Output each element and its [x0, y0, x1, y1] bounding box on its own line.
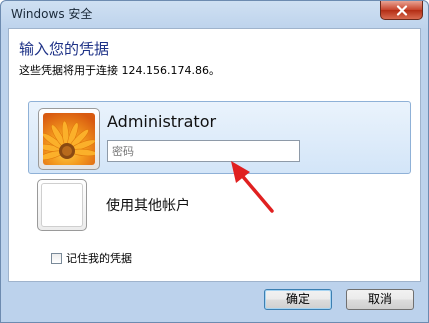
close-icon — [396, 4, 407, 16]
ok-button[interactable]: 确定 — [264, 289, 332, 310]
window-title: Windows 安全 — [11, 7, 93, 21]
title-bar[interactable]: Windows 安全 — [1, 1, 428, 27]
avatar — [38, 108, 100, 170]
flower-avatar-icon — [43, 113, 95, 165]
dialog-body: 输入您的凭据 这些凭据将用于连接 124.156.174.86。 Adminis… — [8, 28, 421, 282]
other-account-label: 使用其他帐户 — [106, 198, 190, 214]
dialog-description: 这些凭据将用于连接 124.156.174.86。 — [19, 64, 220, 77]
remember-checkbox[interactable] — [51, 252, 62, 264]
cancel-button[interactable]: 取消 — [346, 289, 414, 310]
credential-dialog: Windows 安全 输入您的凭据 这些凭据将用于连接 124.156.174.… — [0, 0, 429, 323]
close-button[interactable] — [380, 1, 423, 20]
account-username: Administrator — [107, 112, 217, 131]
remember-label: 记住我的凭据 — [66, 252, 132, 265]
dialog-heading: 输入您的凭据 — [19, 40, 110, 58]
password-field[interactable] — [107, 140, 300, 162]
remember-credentials[interactable]: 记住我的凭据 — [51, 250, 132, 266]
account-tile-administrator[interactable]: Administrator — [28, 101, 411, 174]
account-tile-other[interactable]: 使用其他帐户 — [28, 175, 411, 239]
blank-avatar-icon — [37, 179, 87, 231]
